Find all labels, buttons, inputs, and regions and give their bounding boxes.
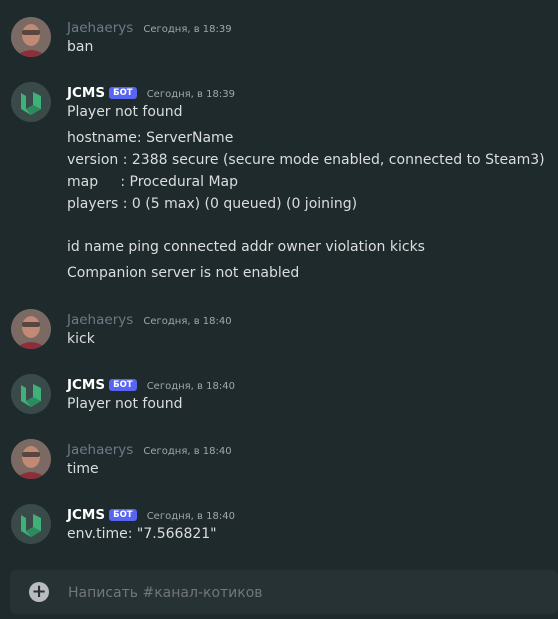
message-text: Companion server is not enabled xyxy=(67,265,300,281)
timestamp: Сегодня, в 18:40 xyxy=(143,316,232,327)
bot-avatar[interactable] xyxy=(11,504,51,544)
message-text: Player not found xyxy=(67,104,183,120)
add-attachment-icon[interactable]: + xyxy=(29,582,49,602)
timestamp: Сегодня, в 18:39 xyxy=(143,24,232,35)
message-text: Player not found xyxy=(67,396,183,412)
author-name[interactable]: JCMS xyxy=(67,85,105,101)
message-text: ban xyxy=(67,39,94,55)
message-text: map : Procedural Map xyxy=(67,174,239,190)
bot-badge: БОТ xyxy=(109,509,137,521)
message-text: id name ping connected addr owner violat… xyxy=(67,239,425,255)
bot-badge: БОТ xyxy=(109,379,137,391)
timestamp: Сегодня, в 18:40 xyxy=(143,446,232,457)
bot-avatar[interactable] xyxy=(11,374,51,414)
timestamp: Сегодня, в 18:39 xyxy=(146,89,235,100)
timestamp: Сегодня, в 18:40 xyxy=(146,511,235,522)
message-list: Jaehaerys Сегодня, в 18:39 ban JCMS БОТ С… xyxy=(0,0,558,560)
timestamp: Сегодня, в 18:40 xyxy=(146,381,235,392)
message-input[interactable] xyxy=(66,578,540,608)
message-text: version : 2388 secure (secure mode enabl… xyxy=(67,152,545,168)
author-name[interactable]: Jaehaerys xyxy=(67,20,133,36)
user-avatar[interactable] xyxy=(11,309,51,349)
author-name[interactable]: JCMS xyxy=(67,507,105,523)
message-text: kick xyxy=(67,331,95,347)
bot-badge: БОТ xyxy=(109,87,137,99)
bot-avatar[interactable] xyxy=(11,82,51,122)
message-text: hostname: ServerName xyxy=(67,130,234,146)
message-text: time xyxy=(67,461,99,477)
message-text: env.time: "7.566821" xyxy=(67,526,217,542)
message-composer: + xyxy=(10,570,558,614)
author-name[interactable]: JCMS xyxy=(67,377,105,393)
author-name[interactable]: Jaehaerys xyxy=(67,442,133,458)
author-name[interactable]: Jaehaerys xyxy=(67,312,133,328)
user-avatar[interactable] xyxy=(11,439,51,479)
user-avatar[interactable] xyxy=(11,17,51,57)
message-text: players : 0 (5 max) (0 queued) (0 joinin… xyxy=(67,196,358,212)
